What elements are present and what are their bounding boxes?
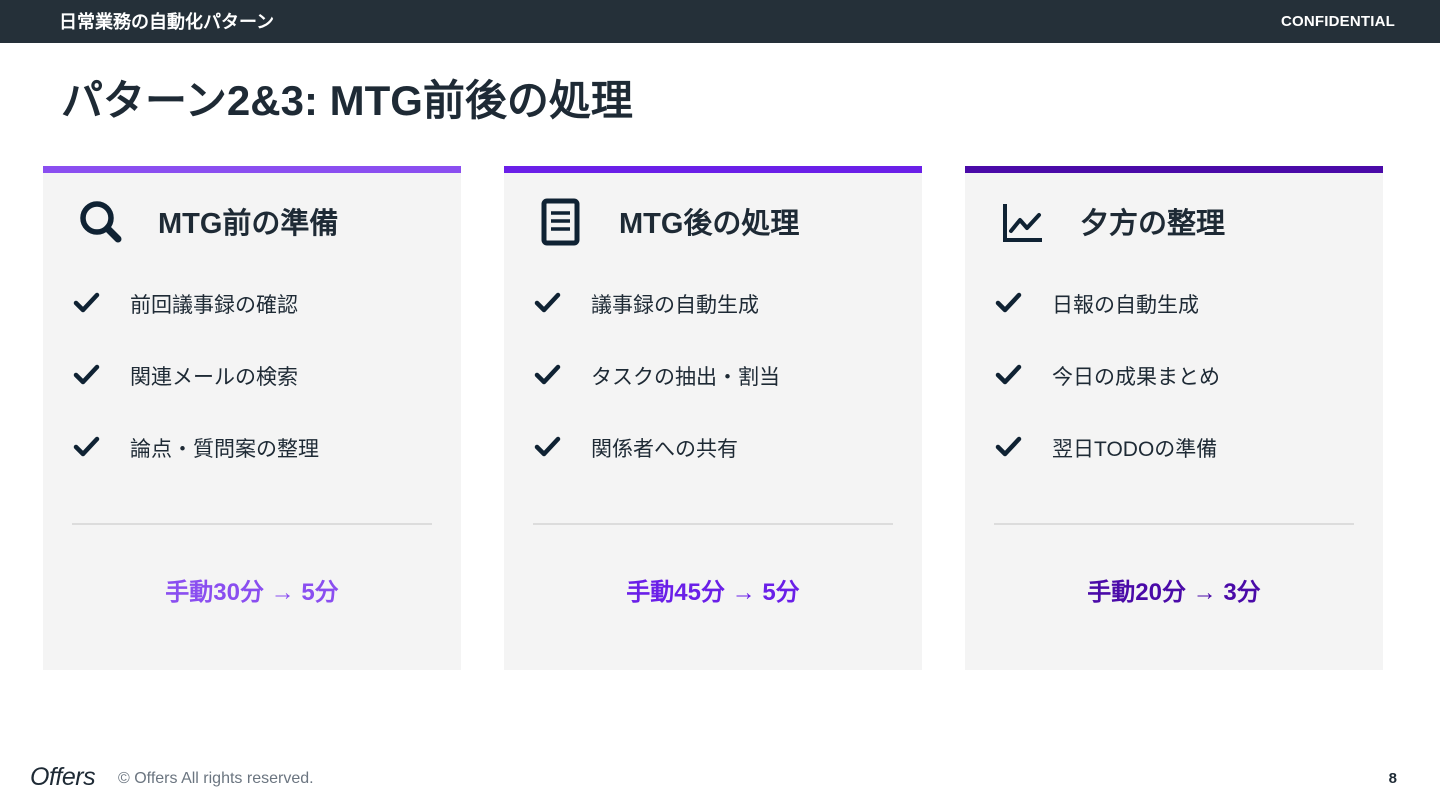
checkmark-icon (73, 364, 100, 385)
time-saving-result: 手動20分 → 3分 (1087, 579, 1261, 606)
card-title: 夕方の整理 (1080, 208, 1226, 240)
divider (533, 523, 893, 525)
line-chart-icon (1003, 204, 1042, 242)
item-label: 関連メールの検索 (130, 366, 298, 389)
page-number: 8 (1388, 770, 1397, 787)
item-label: 関係者への共有 (591, 438, 738, 461)
card-accent-bar (504, 166, 922, 173)
page-title: パターン2&3: MTG前後の処理 (61, 77, 633, 124)
document-icon (541, 198, 580, 246)
item-label: 翌日TODOの準備 (1052, 438, 1218, 461)
card-evening-wrapup: 夕方の整理 日報の自動生成 今日の成果まとめ 翌日TODOの準備 手動20分 →… (965, 166, 1383, 670)
offers-logo: Offers (30, 763, 96, 791)
card-mtg-before: MTG前の準備 前回議事録の確認 関連メールの検索 論点・質問案の整理 手動30… (43, 166, 461, 670)
divider (72, 523, 432, 525)
item-label: 日報の自動生成 (1052, 294, 1199, 317)
time-saving-result: 手動45分 → 5分 (626, 579, 800, 606)
search-icon (80, 201, 122, 243)
time-saving-result: 手動30分 → 5分 (165, 579, 339, 606)
checkmark-icon (534, 364, 561, 385)
section-title: 日常業務の自動化パターン (59, 12, 275, 32)
item-label: 今日の成果まとめ (1052, 366, 1220, 389)
checkmark-icon (73, 436, 100, 457)
item-label: 前回議事録の確認 (130, 294, 298, 317)
checkmark-icon (534, 292, 561, 313)
checkmark-icon (995, 436, 1022, 457)
item-label: タスクの抽出・割当 (591, 366, 780, 389)
checkmark-icon (534, 436, 561, 457)
top-bar: 日常業務の自動化パターン CONFIDENTIAL (0, 0, 1440, 43)
checkmark-icon (73, 292, 100, 313)
item-label: 論点・質問案の整理 (130, 438, 319, 461)
card-title: MTG後の処理 (619, 208, 800, 240)
divider (994, 523, 1354, 525)
copyright-text: © Offers All rights reserved. (118, 770, 314, 787)
item-label: 議事録の自動生成 (591, 294, 759, 317)
card-accent-bar (43, 166, 461, 173)
card-title: MTG前の準備 (158, 208, 339, 240)
card-mtg-after: MTG後の処理 議事録の自動生成 タスクの抽出・割当 関係者への共有 手動45分… (504, 166, 922, 670)
card-accent-bar (965, 166, 1383, 173)
checkmark-icon (995, 292, 1022, 313)
confidential-label: CONFIDENTIAL (1280, 13, 1395, 30)
checkmark-icon (995, 364, 1022, 385)
